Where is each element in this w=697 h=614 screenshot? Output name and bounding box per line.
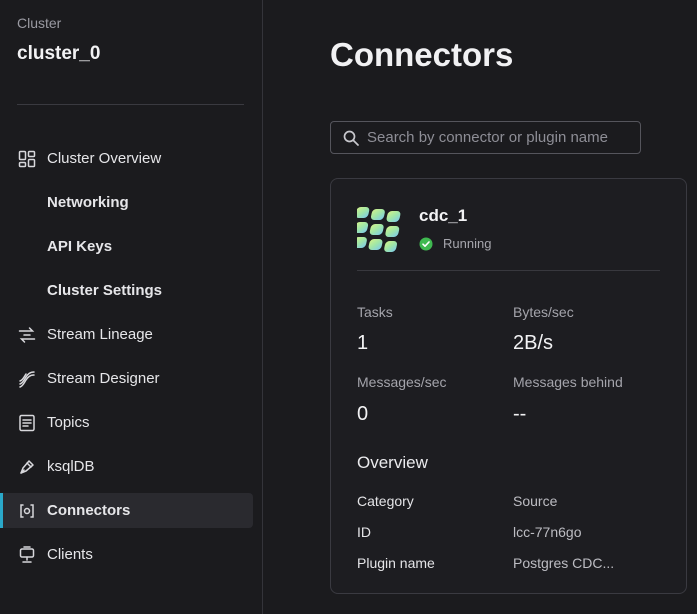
tasks-value: 1 — [357, 332, 369, 354]
cluster-caption: Cluster — [17, 15, 62, 31]
sidebar-item-label: Stream Lineage — [47, 326, 153, 343]
search-icon — [343, 130, 359, 146]
plugin-name-value: Postgres CDC... — [513, 555, 615, 571]
plugin-name-label: Plugin name — [357, 555, 435, 571]
connector-logo-icon — [353, 207, 402, 252]
dashboard-icon — [18, 150, 36, 168]
messages-behind-label: Messages behind — [513, 374, 623, 390]
ksqldb-icon — [18, 458, 36, 476]
messages-behind-value: -- — [513, 403, 527, 425]
card-divider — [357, 270, 660, 271]
connector-card[interactable]: cdc_1 Running Tasks 1 Bytes/sec 2B/s Mes… — [330, 178, 687, 594]
sidebar-item-label: API Keys — [47, 238, 113, 255]
sidebar-item-label: Stream Designer — [47, 370, 160, 387]
stream-lineage-icon — [18, 326, 36, 344]
sidebar-item-stream-designer[interactable]: Stream Designer — [0, 361, 253, 396]
topics-icon — [18, 414, 36, 432]
sidebar: Cluster cluster_0 Cluster Overview Netwo… — [0, 0, 263, 614]
page-title: Connectors — [330, 36, 514, 73]
bytes-per-sec-label: Bytes/sec — [513, 304, 574, 320]
sidebar-item-ksqldb[interactable]: ksqlDB — [0, 449, 253, 484]
messages-per-sec-label: Messages/sec — [357, 374, 447, 390]
bytes-per-sec-value: 2B/s — [513, 332, 554, 354]
sidebar-item-cluster-settings[interactable]: Cluster Settings — [0, 273, 253, 308]
overview-heading: Overview — [357, 453, 428, 472]
connector-name[interactable]: cdc_1 — [419, 206, 467, 226]
category-label: Category — [357, 493, 414, 509]
connectors-icon — [18, 502, 36, 520]
sidebar-item-label: Networking — [47, 194, 129, 211]
stream-designer-icon — [18, 370, 36, 388]
sidebar-item-cluster-overview[interactable]: Cluster Overview — [0, 141, 253, 176]
sidebar-item-label: Cluster Overview — [47, 150, 162, 167]
sidebar-item-label: Topics — [47, 414, 90, 431]
sidebar-item-label: ksqlDB — [47, 458, 95, 475]
sidebar-item-clients[interactable]: Clients — [0, 537, 253, 572]
sidebar-item-label: Cluster Settings — [47, 282, 163, 299]
sidebar-item-stream-lineage[interactable]: Stream Lineage — [0, 317, 253, 352]
cluster-name[interactable]: cluster_0 — [17, 43, 100, 65]
sidebar-item-label: Clients — [47, 546, 93, 563]
sidebar-item-api-keys[interactable]: API Keys — [0, 229, 253, 264]
category-value: Source — [513, 493, 558, 509]
clients-icon — [18, 545, 36, 564]
id-value: lcc-77n6go — [513, 524, 582, 540]
id-label: ID — [357, 524, 371, 540]
sidebar-divider — [17, 104, 244, 105]
search-box[interactable] — [330, 121, 641, 154]
tasks-label: Tasks — [357, 304, 393, 320]
sidebar-item-label: Connectors — [47, 502, 131, 519]
messages-per-sec-value: 0 — [357, 403, 369, 425]
search-input[interactable] — [367, 129, 637, 146]
status-text: Running — [443, 236, 492, 251]
check-circle-icon — [419, 237, 433, 251]
sidebar-item-connectors[interactable]: Connectors — [0, 493, 253, 528]
sidebar-item-topics[interactable]: Topics — [0, 405, 253, 440]
status-indicator: Running — [419, 236, 491, 251]
sidebar-item-networking[interactable]: Networking — [0, 185, 253, 220]
main-content: Connectors Search by connector or plugin… — [263, 0, 697, 614]
